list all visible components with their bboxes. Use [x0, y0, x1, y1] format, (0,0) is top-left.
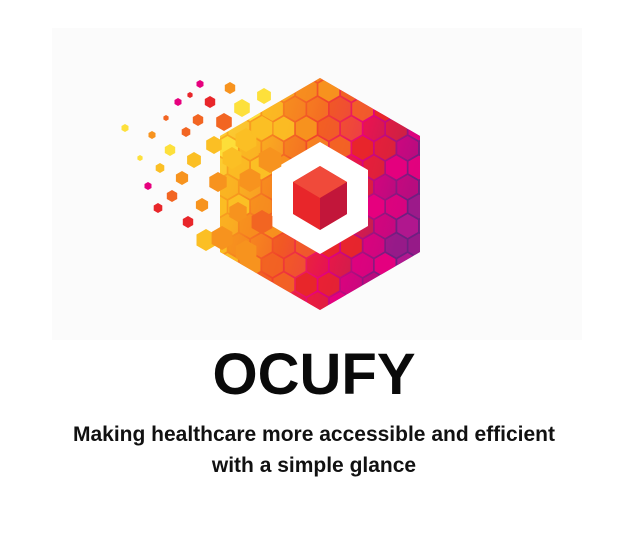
- honeycomb-cell: [239, 292, 261, 310]
- honeycomb-cell: [386, 78, 407, 102]
- tagline: Making healthcare more accessible and ef…: [72, 423, 555, 477]
- honeycomb-cell: [352, 292, 373, 310]
- honeycomb-cell: [419, 292, 420, 310]
- particle-hex: [148, 131, 156, 139]
- honeycomb-cell: [419, 175, 420, 199]
- particle-hex: [224, 82, 236, 94]
- honeycomb-cell: [374, 78, 396, 82]
- brand-name: OCUFY: [212, 342, 416, 407]
- particle-hex: [121, 124, 129, 132]
- honeycomb-cell: [397, 292, 418, 310]
- particle-hex: [174, 98, 182, 106]
- honeycomb-cell: [284, 78, 306, 82]
- particle-hex: [181, 127, 191, 137]
- particle-hex: [257, 88, 271, 104]
- particle-hex: [166, 190, 178, 202]
- honeycomb-cell: [408, 272, 420, 297]
- honeycomb-cell: [419, 78, 420, 82]
- honeycomb-cell: [195, 58, 216, 82]
- honeycomb-cell: [419, 97, 420, 121]
- honeycomb-cell: [195, 253, 216, 277]
- particle-hex: [153, 203, 163, 213]
- particle-hex: [137, 155, 143, 161]
- hexagon-mosaic-icon: [121, 58, 420, 316]
- honeycomb-cell: [386, 272, 407, 297]
- honeycomb-cell: [397, 97, 418, 121]
- particle-hex: [163, 115, 169, 121]
- particle-hex: [182, 216, 194, 228]
- honeycomb-cell: [408, 78, 420, 102]
- honeycomb-cell: [307, 78, 328, 82]
- honeycomb-cell: [419, 214, 420, 238]
- honeycomb-cell: [239, 78, 261, 82]
- honeycomb-cell: [329, 78, 351, 82]
- particle-hex: [144, 182, 152, 190]
- honeycomb-cell: [220, 292, 238, 310]
- honeycomb-cell: [220, 78, 238, 82]
- particle-hex: [206, 136, 222, 154]
- particle-hex: [196, 80, 204, 88]
- particle-hex: [175, 171, 189, 185]
- honeycomb-cell: [419, 253, 420, 277]
- particle-hex: [204, 96, 216, 108]
- particle-hex: [195, 198, 209, 212]
- particle-hex: [216, 113, 232, 131]
- particle-hex: [192, 114, 204, 126]
- honeycomb-cell: [228, 272, 250, 297]
- honeycomb-cell: [195, 292, 216, 316]
- particle-hex: [164, 144, 176, 156]
- honeycomb-cell: [419, 136, 420, 160]
- honeycomb-cell: [262, 292, 283, 310]
- honeycomb-cell: [262, 78, 283, 82]
- honeycomb-cell: [374, 292, 396, 310]
- honeycomb-cell: [363, 78, 385, 102]
- honeycomb-cell: [220, 272, 227, 297]
- particle-hex: [155, 163, 165, 173]
- particle-hex: [187, 92, 193, 98]
- particle-hex: [234, 99, 250, 117]
- page: OCUFY Making healthcare more accessible …: [0, 0, 628, 554]
- particle-hex: [187, 152, 201, 168]
- honeycomb-cell: [352, 78, 373, 82]
- honeycomb-cell: [397, 78, 418, 82]
